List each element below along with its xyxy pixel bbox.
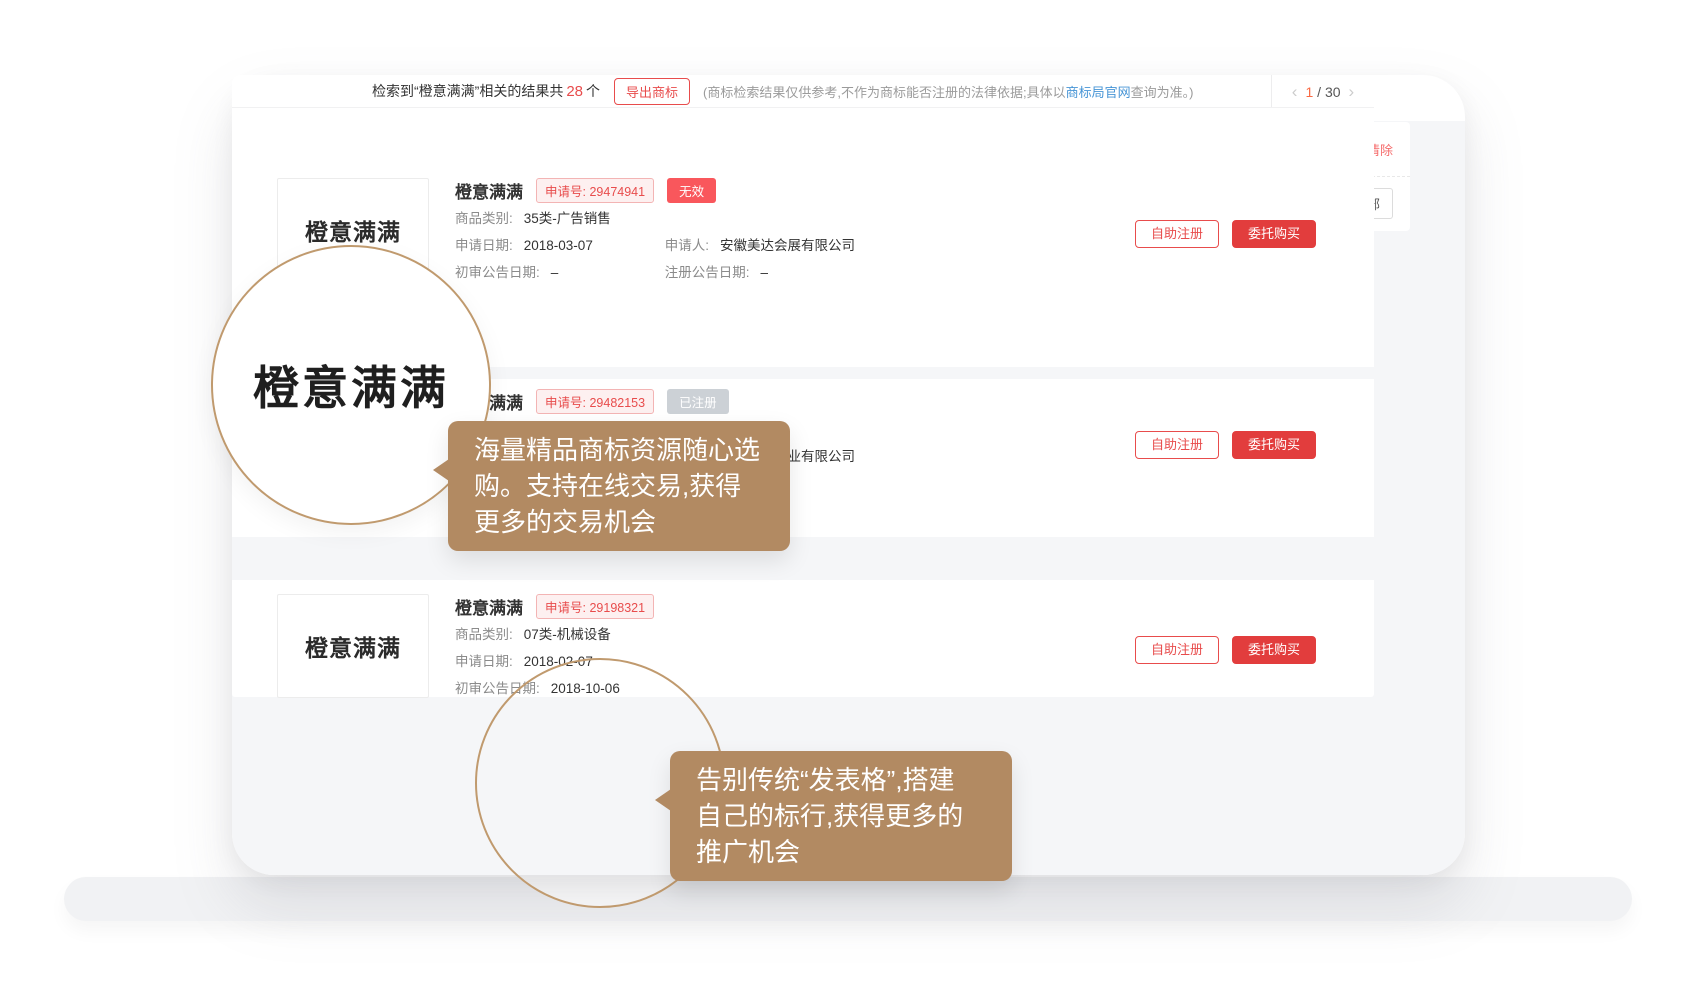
trademark-title-line: 橙意满满 申请号: 29482153 已注册 (455, 389, 1135, 413)
apply-line: 申请日期: 2018-03-07 申请人: 安徽美达会展有限公司 (455, 236, 1135, 256)
category-value: 35类-广告销售 (524, 211, 611, 226)
application-number-tag: 申请号: 29198321 (536, 594, 654, 619)
application-number-tag: 申请号: 29482153 (536, 389, 654, 414)
application-number-value: 29198321 (589, 601, 645, 615)
results-header: 检索到“橙意满满”相关的结果共 28 个 导出商标 (商标检索结果仅供参考,不作… (232, 75, 1374, 108)
table-row: 橙意满满 橙意满满 申请号: 29198321 商品类别: 07类-机械设备 申请… (232, 580, 1374, 699)
entrust-buy-button[interactable]: 委托购买 (1232, 431, 1316, 459)
entrust-buy-button[interactable]: 委托购买 (1232, 220, 1316, 248)
reg-pub-label: 注册公告日期: (665, 265, 750, 280)
category-value: 07类-机械设备 (524, 627, 611, 642)
application-number-label: 申请号: (545, 396, 586, 410)
category-line: 商品类别: 35类-广告销售 (455, 209, 1135, 229)
first-pub-label: 初审公告日期: (455, 265, 540, 280)
disclaimer-note: (商标检索结果仅供参考,不作为商标能否注册的法律依据;具体以商标局官网查询为准。… (703, 82, 1193, 101)
applicant-value: 安徽美达会展有限公司 (720, 238, 855, 253)
trademark-name: 橙意满满 (455, 594, 523, 619)
reg-pub-cell: 注册公告日期:– (665, 265, 768, 280)
category-label: 商品类别: (455, 211, 513, 226)
first-pub-cell: 初审公告日期:– (455, 263, 661, 283)
entrust-buy-button[interactable]: 委托购买 (1232, 636, 1316, 664)
category-line: 商品类别: 07类-机械设备 (455, 625, 1135, 645)
callout-bubble-1: 海量精品商标资源随心选 购。支持在线交易,获得 更多的交易机会 (448, 421, 790, 551)
trademark-name: 橙意满满 (455, 178, 523, 203)
row-actions: 自助注册 委托购买 (1135, 431, 1316, 459)
self-register-button[interactable]: 自助注册 (1135, 636, 1219, 664)
bubble-line: 推广机会 (696, 834, 986, 870)
laptop-base (64, 877, 1632, 921)
bubble-line: 告别传统“发表格”,搭建 (696, 762, 986, 798)
page: 当前选择 02 颜料油漆 × 全部清除 商标分类 01 化学原料 02 颜料油漆… (0, 0, 1696, 1002)
bubble-line: 海量精品商标资源随心选 (474, 432, 764, 468)
applicant-label: 申请人: (665, 238, 709, 253)
disclaimer-suffix: 查询为准。) (1131, 85, 1194, 100)
category-label: 商品类别: (455, 627, 513, 642)
apply-date-cell: 申请日期: 2018-03-07 (455, 236, 661, 256)
pagination: ‹ 1 / 30 › (1271, 75, 1374, 108)
trademark-image-text: 橙意满满 (305, 213, 401, 247)
trademark-office-link[interactable]: 商标局官网 (1066, 85, 1131, 100)
next-page-icon[interactable]: › (1349, 83, 1355, 100)
trademark-title-line: 橙意满满 申请号: 29198321 (455, 594, 1135, 618)
row-actions: 自助注册 委托购买 (1135, 220, 1316, 248)
apply-date-value: 2018-03-07 (524, 238, 593, 253)
apply-date-label: 申请日期: (455, 654, 513, 669)
publication-line: 初审公告日期:– 注册公告日期:– (455, 263, 1135, 283)
bubble-line: 更多的交易机会 (474, 504, 764, 540)
page-indicator: 1 / 30 (1305, 84, 1340, 100)
results-block-3: 橙意满满 橙意满满 申请号: 29198321 商品类别: 07类-机械设备 申请… (232, 580, 1374, 697)
bubble-line: 自己的标行,获得更多的 (696, 798, 986, 834)
row-actions: 自助注册 委托购买 (1135, 636, 1316, 664)
results-unit: 个 (586, 81, 600, 101)
application-number-label: 申请号: (545, 185, 586, 199)
self-register-button[interactable]: 自助注册 (1135, 220, 1219, 248)
application-number-value: 29482153 (589, 396, 645, 410)
trademark-title-line: 橙意满满 申请号: 29474941 无效 (455, 178, 1135, 202)
prev-page-icon[interactable]: ‹ (1292, 83, 1298, 100)
trademark-image-text: 橙意满满 (305, 629, 401, 663)
callout-bubble-2: 告别传统“发表格”,搭建 自己的标行,获得更多的 推广机会 (670, 751, 1012, 881)
application-number-label: 申请号: (545, 601, 586, 615)
reg-pub-value: – (761, 265, 769, 280)
trademark-image: 橙意满满 (277, 594, 429, 698)
results-summary-text: 检索到“橙意满满”相关的结果共 (372, 81, 563, 101)
status-badge: 已注册 (667, 389, 729, 414)
trademark-details: 橙意满满 申请号: 29474941 无效 商品类别: 35类-广告销售 申请日期… (455, 178, 1135, 283)
magnified-trademark-text: 橙意满满 (253, 352, 449, 418)
export-trademark-button[interactable]: 导出商标 (614, 78, 690, 105)
bubble-arrow-left-icon (655, 789, 671, 811)
applicant-cell: 申请人: 安徽美达会展有限公司 (665, 238, 855, 253)
page-separator: / (1317, 84, 1321, 100)
bubble-arrow-left-icon (433, 459, 449, 481)
application-number-tag: 申请号: 29474941 (536, 178, 654, 203)
current-page: 1 (1305, 84, 1313, 100)
self-register-button[interactable]: 自助注册 (1135, 431, 1219, 459)
first-pub-value: – (551, 265, 559, 280)
bubble-line: 购。支持在线交易,获得 (474, 468, 764, 504)
results-count: 28 (566, 83, 583, 100)
status-badge: 无效 (667, 178, 716, 203)
apply-date-label: 申请日期: (455, 238, 513, 253)
disclaimer-prefix: (商标检索结果仅供参考,不作为商标能否注册的法律依据;具体以 (703, 85, 1066, 100)
total-pages: 30 (1325, 84, 1341, 100)
application-number-value: 29474941 (589, 185, 645, 199)
